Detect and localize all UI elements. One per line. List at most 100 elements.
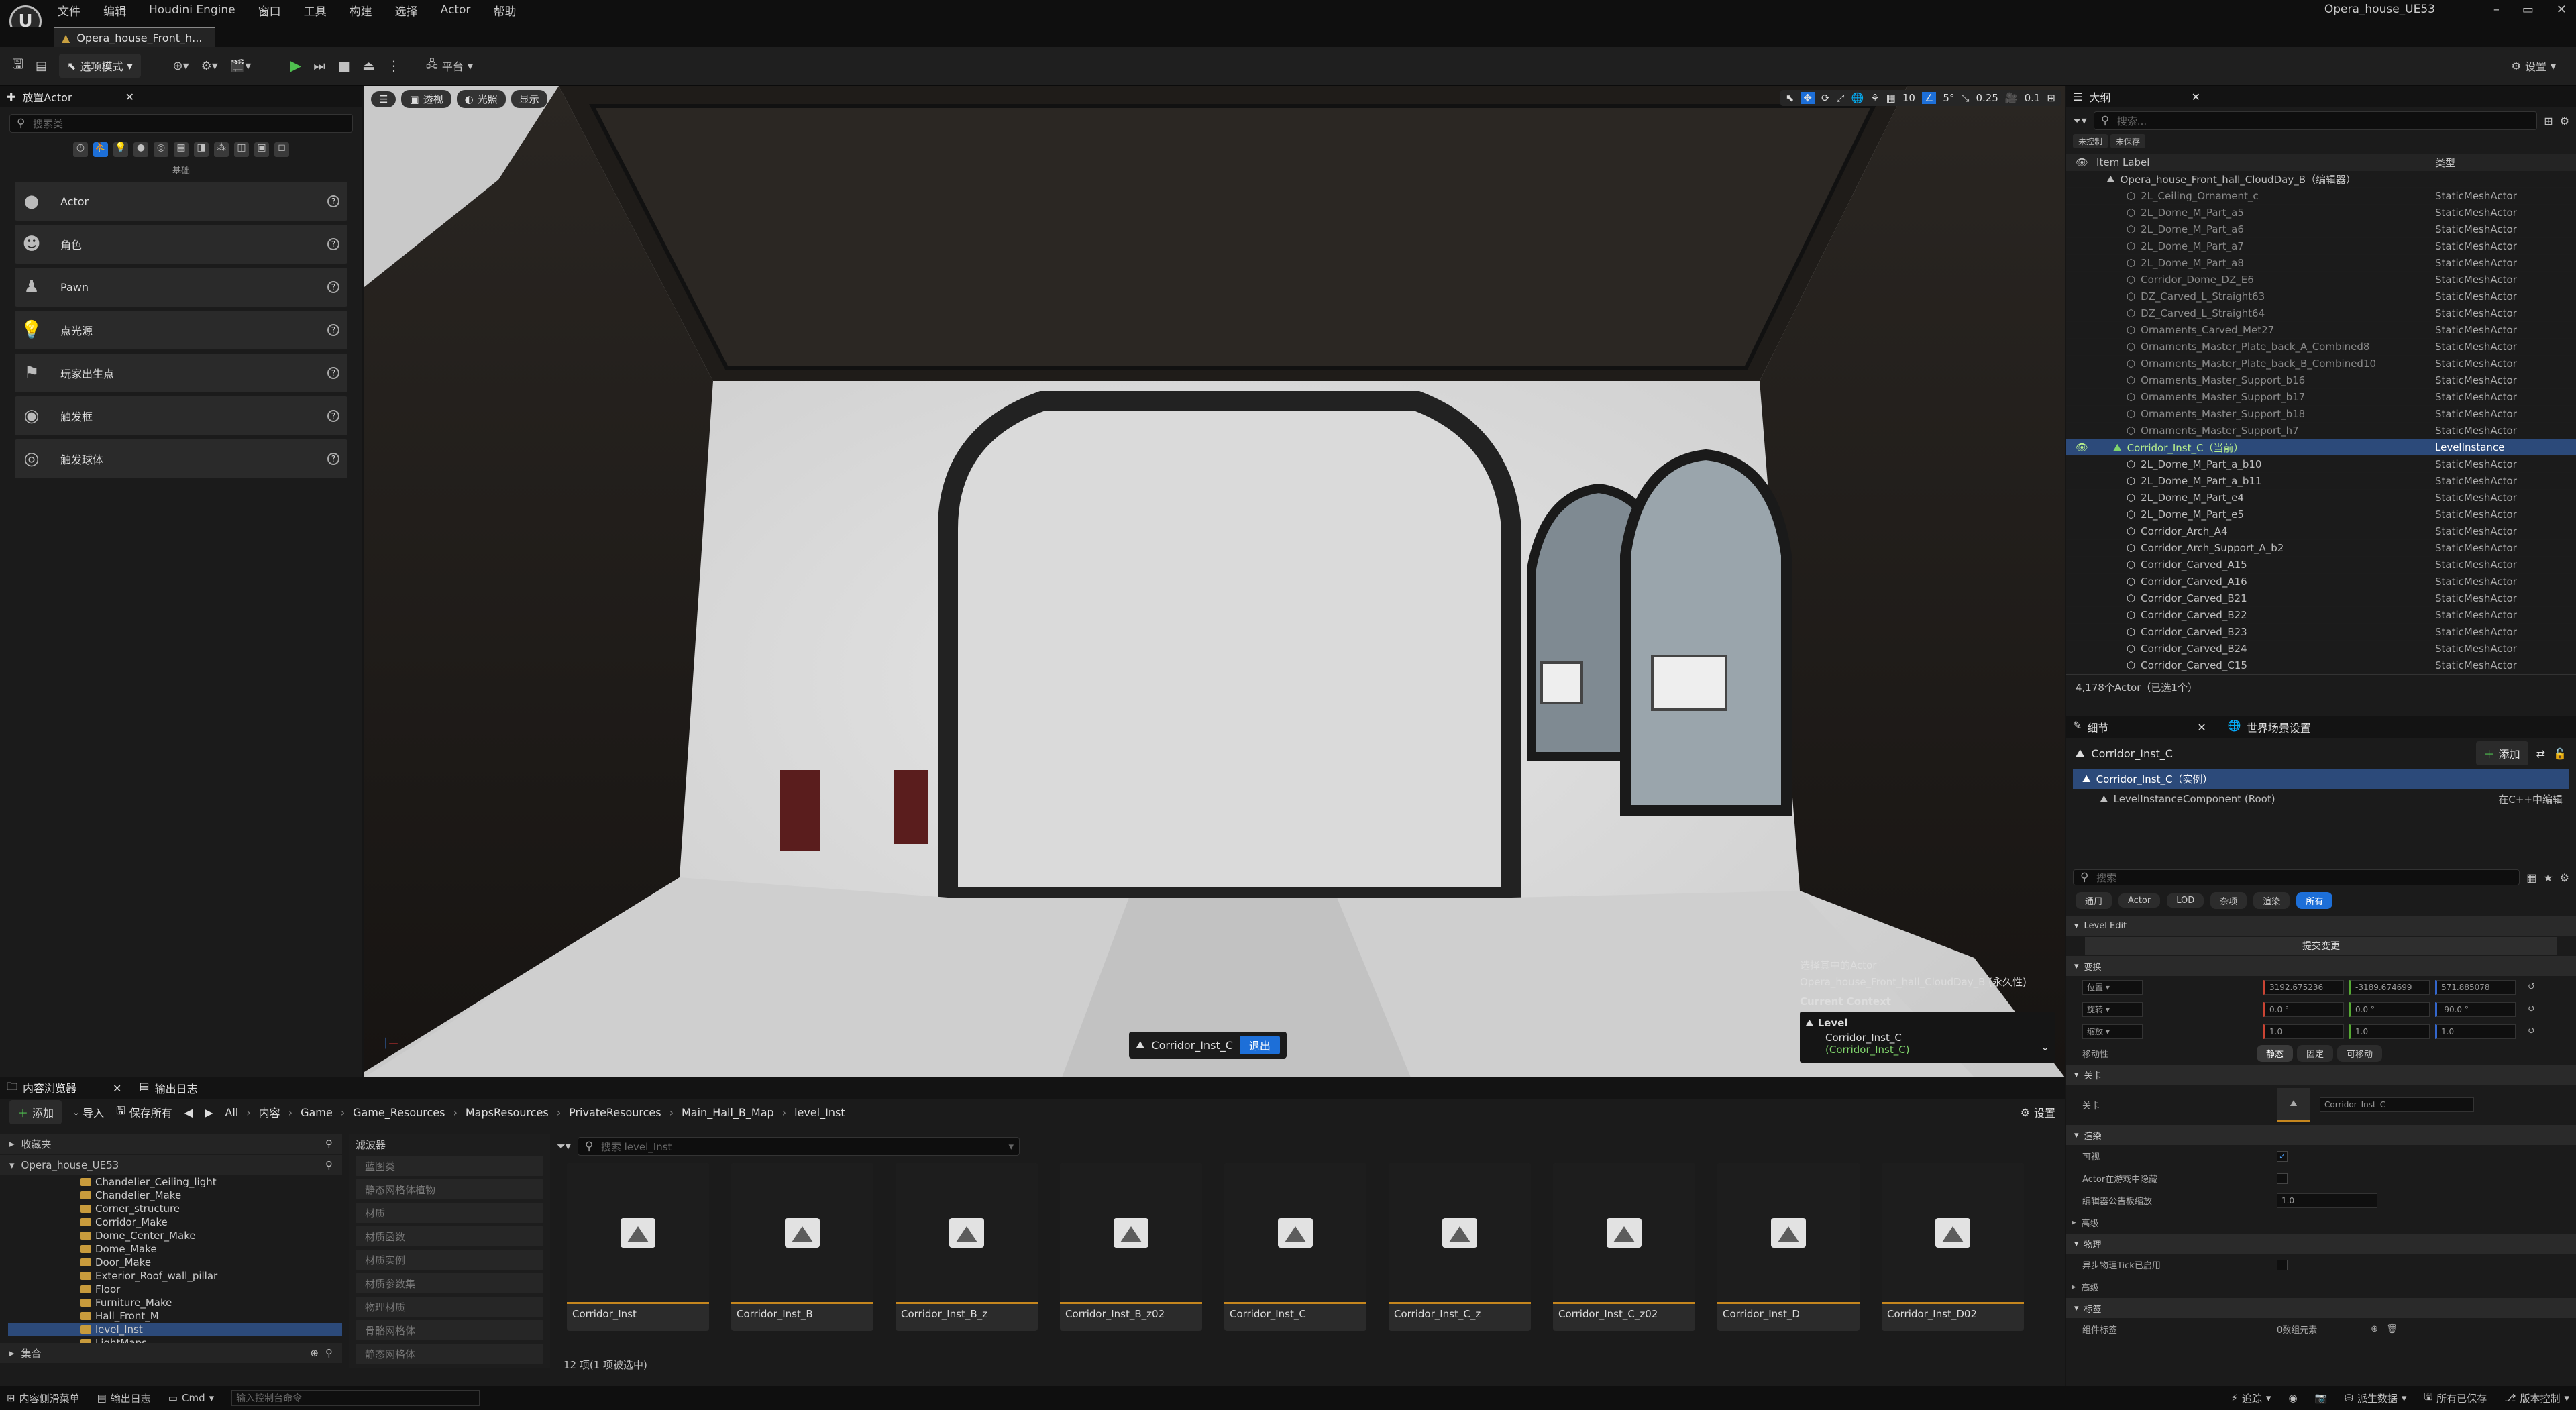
- place-actors-tab[interactable]: ✚ 放置Actor ✕: [0, 86, 362, 107]
- add-button[interactable]: ＋添加: [9, 1100, 62, 1124]
- billboard-input[interactable]: 1.0: [2277, 1193, 2377, 1208]
- chevron-down-icon[interactable]: ▾: [1008, 1140, 1014, 1152]
- derived-data-button[interactable]: ⛁ 派生数据 ▾: [2345, 1391, 2406, 1405]
- transform-input-y[interactable]: 0.0 °: [2349, 1001, 2430, 1017]
- transform-select[interactable]: 缩放 ▾: [2082, 1024, 2143, 1039]
- forward-icon[interactable]: ▶: [205, 1106, 213, 1119]
- cinematic-icon[interactable]: ◎: [154, 142, 168, 157]
- folder-item[interactable]: Chandelier_Ceiling_light: [80, 1175, 342, 1189]
- record-icon[interactable]: ◉: [2288, 1392, 2297, 1404]
- breadcrumb-item[interactable]: All: [225, 1106, 238, 1119]
- filter-item[interactable]: 静态网格体植物: [356, 1179, 543, 1199]
- transform-input-x[interactable]: 3192.675236: [2263, 979, 2344, 995]
- add-component-button[interactable]: ＋添加: [2475, 741, 2528, 765]
- folder-item[interactable]: Dome_Center_Make: [80, 1229, 342, 1242]
- add-actor-icon[interactable]: ⊕▾: [173, 59, 189, 73]
- visibility-icon[interactable]: 👁: [2066, 441, 2100, 453]
- translate-icon[interactable]: ✥: [1801, 92, 1815, 104]
- add-folder-icon[interactable]: ⊞: [2544, 115, 2553, 127]
- favorites-header[interactable]: ▸ 收藏夹 ⚲: [0, 1134, 342, 1154]
- filter-icon[interactable]: ⏷▾: [2073, 114, 2087, 127]
- outliner-row[interactable]: ⬡ 2L_Dome_M_Part_a_b10 StaticMeshActor: [2066, 456, 2576, 473]
- content-drawer-button[interactable]: ⊞ 内容侧滑菜单: [7, 1391, 80, 1405]
- details-filter-3[interactable]: 杂项: [2210, 892, 2247, 909]
- outliner-row[interactable]: ⬡ 2L_Dome_M_Part_a5 StaticMeshActor: [2066, 205, 2576, 221]
- help-icon[interactable]: ?: [327, 324, 339, 336]
- transform-select[interactable]: 旋转 ▾: [2082, 1001, 2143, 1017]
- breadcrumb-item[interactable]: Game_Resources: [353, 1106, 445, 1119]
- content-settings-button[interactable]: ⚙ 设置: [2021, 1104, 2055, 1120]
- outliner-row[interactable]: ⬡ Corridor_Arch_A4 StaticMeshActor: [2066, 523, 2576, 540]
- close-icon[interactable]: ✕: [2557, 3, 2567, 17]
- filter-icon[interactable]: ⏷▾: [557, 1140, 571, 1153]
- details-filter-0[interactable]: 通用: [2076, 892, 2112, 909]
- platform-button[interactable]: 🖧 平台 ▾: [426, 57, 473, 75]
- level-tab[interactable]: ▲ Opera_house_Front_h...: [54, 27, 215, 47]
- angle-snap-icon[interactable]: ∠: [1921, 92, 1937, 104]
- help-icon[interactable]: ?: [327, 367, 339, 379]
- content-browser-tab[interactable]: 🗀 内容浏览器: [7, 1079, 76, 1097]
- star-icon[interactable]: ★: [2543, 871, 2553, 884]
- outliner-row[interactable]: ⬡ Corridor_Carved_C15 StaticMeshActor: [2066, 657, 2576, 674]
- asset-tile[interactable]: Corridor_Inst: [567, 1163, 709, 1331]
- search-icon[interactable]: ⚲: [325, 1347, 333, 1359]
- menu-item-0[interactable]: 文件: [58, 2, 80, 19]
- menu-item-1[interactable]: 编辑: [103, 2, 126, 19]
- help-icon[interactable]: ?: [327, 238, 339, 250]
- lights-icon[interactable]: 💡: [113, 142, 128, 157]
- details-filter-5[interactable]: 所有: [2296, 892, 2333, 909]
- console-input[interactable]: 输入控制台命令: [231, 1390, 480, 1406]
- outliner-row[interactable]: 👁 ⛰ Corridor_Inst_C（当前） LevelInstance: [2066, 439, 2576, 456]
- filter-item[interactable]: 静态网格体: [356, 1344, 543, 1364]
- filter-item[interactable]: 材质: [356, 1203, 543, 1223]
- outliner-row[interactable]: ⬡ Corridor_Arch_Support_A_b2 StaticMeshAct…: [2066, 540, 2576, 557]
- outliner-tag[interactable]: 未保存: [2110, 134, 2146, 148]
- asset-tile[interactable]: Corridor_Inst_D: [1717, 1163, 1860, 1331]
- visibility-icon[interactable]: 👁: [2076, 156, 2088, 168]
- add-circle-icon[interactable]: ⊕: [310, 1347, 319, 1359]
- outliner-row[interactable]: ⬡ 2L_Dome_M_Part_e4 StaticMeshActor: [2066, 490, 2576, 506]
- exit-button[interactable]: 退出: [1239, 1036, 1280, 1054]
- save-icon[interactable]: 🖫: [12, 54, 23, 77]
- scale-snap-icon[interactable]: ⤡: [1961, 92, 1969, 104]
- recent-icon[interactable]: ◷: [73, 142, 88, 157]
- level-asset-select[interactable]: Corridor_Inst_C: [2320, 1097, 2474, 1112]
- outliner-row[interactable]: ⬡ Ornaments_Master_Support_b18 StaticMeshA…: [2066, 406, 2576, 423]
- table-icon[interactable]: ▦: [2526, 871, 2536, 884]
- outliner-row[interactable]: ⬡ Corridor_Carved_B23 StaticMeshActor: [2066, 624, 2576, 641]
- outliner-row[interactable]: ⬡ Ornaments_Master_Plate_back_B_Combined1…: [2066, 356, 2576, 372]
- advanced-row-2[interactable]: ▸ 高级: [2066, 1276, 2576, 1298]
- outliner-row[interactable]: ⬡ 2L_Dome_M_Part_a7 StaticMeshActor: [2066, 238, 2576, 255]
- angle-snap-value[interactable]: 5°: [1943, 92, 1954, 104]
- transform-input-z[interactable]: -90.0 °: [2435, 1001, 2516, 1017]
- extra-icon[interactable]: ◻: [274, 142, 289, 157]
- blueprint-icon[interactable]: ⇄: [2536, 747, 2545, 760]
- plus-circle-icon[interactable]: ⊕: [2371, 1324, 2378, 1334]
- cinematics-icon[interactable]: 🎬▾: [230, 59, 251, 73]
- camera-icon[interactable]: 📷: [2315, 1392, 2328, 1404]
- outliner-tab[interactable]: ☰ 大纲 ✕: [2066, 86, 2576, 107]
- search-icon[interactable]: ⚲: [325, 1159, 333, 1171]
- close-icon[interactable]: ✕: [2192, 91, 2200, 103]
- asset-tile[interactable]: Corridor_Inst_D02: [1882, 1163, 2024, 1331]
- lit-button[interactable]: ◐ 光照: [456, 90, 506, 108]
- outliner-row[interactable]: ⬡ 2L_Dome_M_Part_a_b11 StaticMeshActor: [2066, 473, 2576, 490]
- outliner-row[interactable]: ⬡ DZ_Carved_L_Straight63 StaticMeshActor: [2066, 288, 2576, 305]
- camera-speed-value[interactable]: 0.1: [2025, 92, 2041, 104]
- mobility-option-2[interactable]: 可移动: [2337, 1045, 2383, 1062]
- asset-tile[interactable]: Corridor_Inst_B_z: [896, 1163, 1038, 1331]
- folder-item[interactable]: LightMaps: [80, 1336, 342, 1343]
- search-icon[interactable]: ⚲: [325, 1138, 333, 1150]
- actor-item[interactable]: ⚑ 玩家出生点?: [15, 354, 347, 392]
- menu-item-4[interactable]: 工具: [304, 2, 327, 19]
- outliner-row[interactable]: ⬡ Corridor_Dome_DZ_E6 StaticMeshActor: [2066, 272, 2576, 288]
- asset-tile[interactable]: Corridor_Inst_C_z02: [1553, 1163, 1695, 1331]
- outliner-row[interactable]: ⬡ Corridor_Carved_B22 StaticMeshActor: [2066, 607, 2576, 624]
- details-filter-4[interactable]: 渲染: [2253, 892, 2290, 909]
- play-icon[interactable]: ▶: [290, 58, 301, 74]
- surface-snap-icon[interactable]: ⚘: [1870, 92, 1879, 104]
- help-icon[interactable]: ?: [327, 410, 339, 422]
- transform-input-y[interactable]: -3189.674699: [2349, 979, 2430, 995]
- maximize-icon[interactable]: ⊞: [2047, 92, 2055, 104]
- details-search[interactable]: 搜索: [2073, 869, 2520, 885]
